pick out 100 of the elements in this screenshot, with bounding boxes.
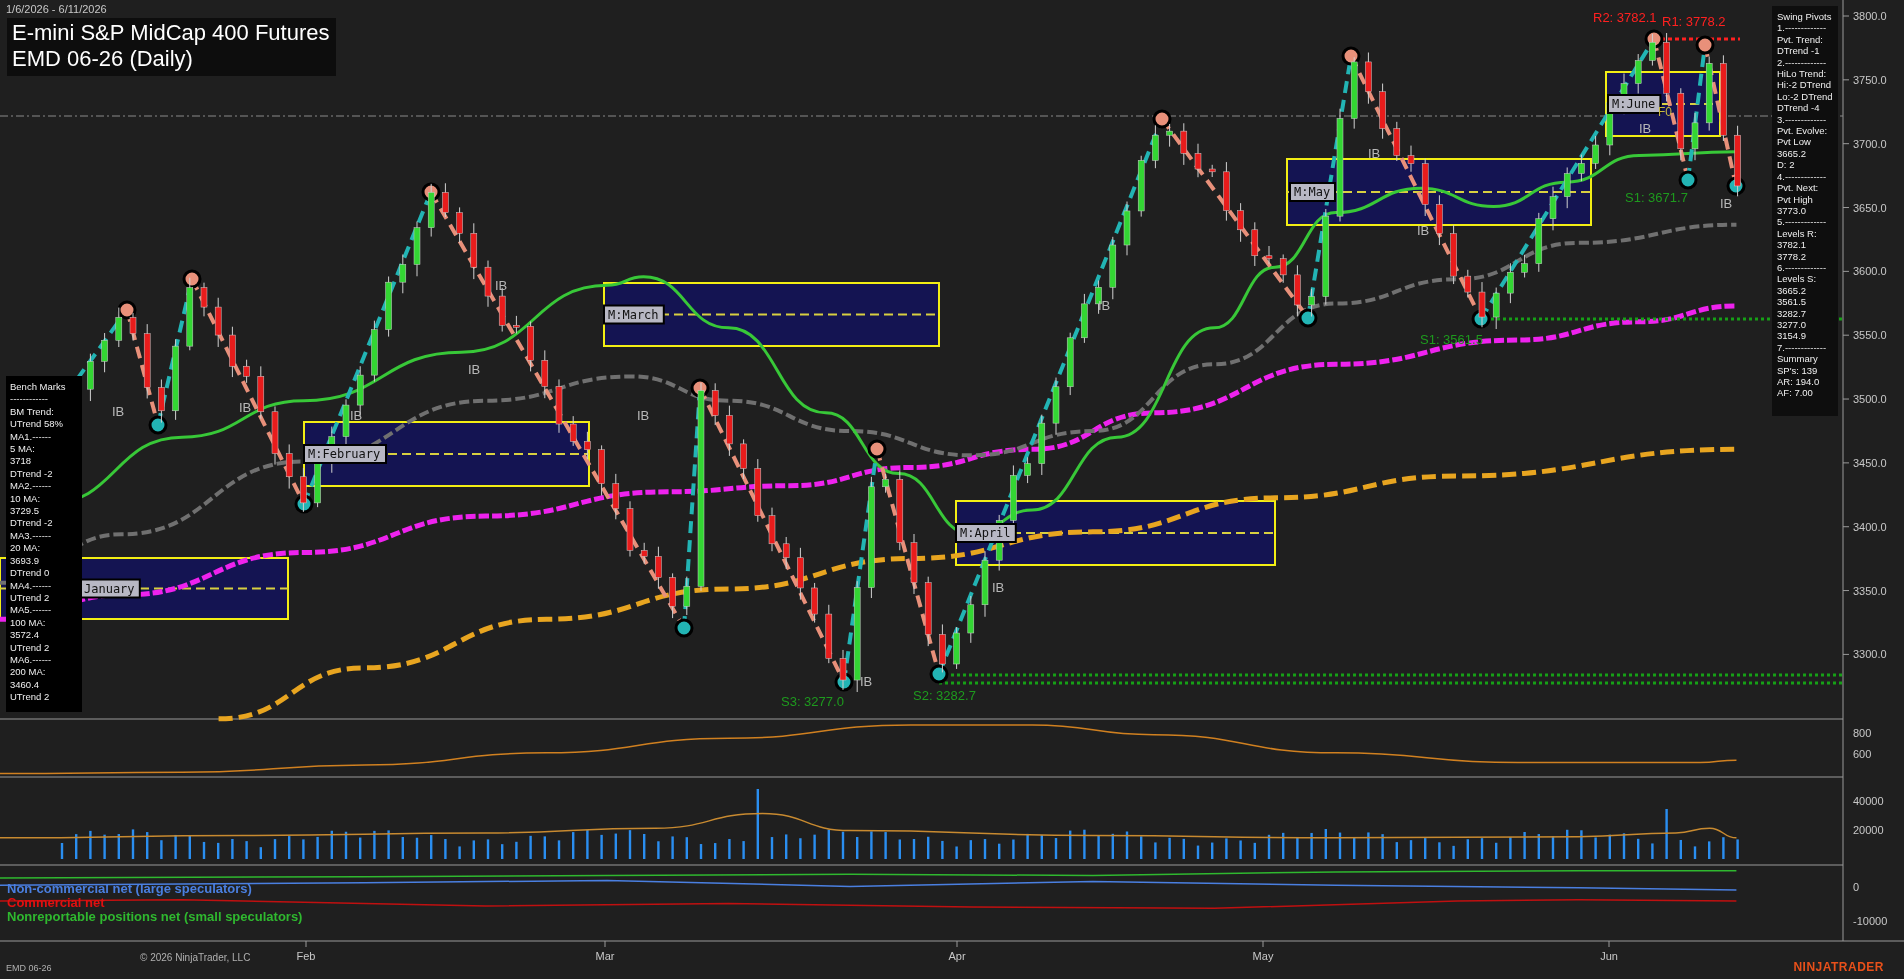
panel-line: Levels R: [1777,227,1818,240]
candlestick [513,315,520,334]
panel-line: 3778.2 [1777,250,1808,262]
candlestick [1208,164,1216,178]
ib-label: IB [992,580,1005,595]
candlestick [1279,253,1287,284]
candlestick [782,536,790,570]
panel-line: 3277.0 [1777,318,1808,331]
candlestick [484,260,492,308]
ib-label: IB [1720,196,1733,211]
panel-line: 3561.5 [1777,296,1808,308]
panel-line: Pvt. Next: [1777,182,1820,194]
candlestick [87,353,94,402]
pivot-marker-icon [1152,109,1172,129]
candlestick [1152,124,1159,169]
candlestick [797,547,804,601]
candlestick [1478,281,1486,328]
axis-label: 3450.0 [1853,456,1887,469]
panel-line: MA4.------ [10,579,53,592]
axis-label: 0 [1853,881,1860,893]
legend-entry: Nonreportable positions net (small speculators) [7,910,303,924]
pivot-marker-icon [1341,46,1361,66]
panel-line: 4.------------- [1777,170,1828,183]
ib-label: IB [637,408,650,423]
candlestick [229,326,236,378]
axis-label: 3500.0 [1853,393,1887,406]
panel-line: 3729.5 [10,505,41,518]
panel-line: 200 MA: [10,666,47,679]
candlestick [1194,143,1202,178]
ib-label: IB [468,362,481,377]
panel-line: AF: 7.00 [1777,387,1814,399]
panel-line: Swing Pivots [1777,11,1833,23]
ib-label: IB [495,278,508,293]
panel-line: 3154.9 [1777,330,1808,342]
candlestick [981,550,989,618]
candlestick [1066,332,1074,396]
candlestick [726,405,733,457]
candlestick [214,297,222,348]
pivot-marker-icon [1678,170,1698,190]
brand-logo: NINJATRADER [1793,960,1884,974]
candlestick [1436,194,1443,246]
ib-label: IB [112,404,125,419]
axis-label: 3400.0 [1853,520,1887,533]
candlestick [740,438,747,480]
candlestick [1180,122,1188,166]
candlestick [385,276,392,338]
axis-label: 3650.0 [1853,201,1887,214]
pivot-marker-icon [674,618,694,638]
panel-line: Bench Marks [10,381,67,394]
legend-entry: Non-commercial net (large speculators) [7,882,253,896]
panel-line: Hi:-2 DTrend [1777,79,1833,91]
candlestick [910,533,918,595]
panel-line: AR: 194.0 [1777,376,1821,388]
candlestick [1109,236,1117,300]
candlestick [271,405,279,466]
date-range: 1/6/2026 - 6/11/2026 [6,3,107,15]
level-label: S3: 3277.0 [781,694,844,709]
candlestick [924,576,932,647]
level-label: S1: 3671.7 [1625,190,1688,205]
candlestick [456,206,463,244]
level-label: R2: 3782.1 [1593,10,1657,25]
candlestick [711,382,719,426]
month-label: January [79,578,141,599]
instrument-label: EMD 06-26 [6,963,52,973]
pivot-marker-icon [117,300,137,320]
candlestick [115,307,123,348]
candlestick [882,473,889,494]
chart-subtitle: EMD 06-26 (Daily) [12,46,194,72]
axis-label: 3700.0 [1853,137,1887,150]
candlestick [1223,161,1230,222]
level-label: R1: 3778.2 [1662,14,1726,29]
axis-label: 3800.0 [1853,10,1887,22]
panel-line: Levels S: [1777,273,1818,285]
panel-line: DTrend -1 [1777,45,1821,57]
axis-label: 3750.0 [1853,73,1887,86]
panel-line: 6.------------- [1777,261,1828,274]
candlestick [1421,158,1429,217]
candlestick [640,542,648,565]
axis-label: 800 [1853,727,1872,739]
candlestick [1024,456,1031,484]
pivot-marker-icon [867,439,887,459]
candlestick [1407,145,1415,173]
candlestick [101,332,108,373]
panel-line: 7.------------- [1777,341,1828,354]
panel-line: UTrend 2 [10,691,51,704]
month-axis-label: Jun [1600,950,1618,962]
candlestick [1734,125,1741,197]
candlestick [1521,254,1528,278]
panel-line: DTrend 0 [10,567,51,580]
candlestick [612,473,620,520]
candlestick [967,595,975,644]
pivot-marker-icon [929,664,949,684]
ib-label: IB [350,408,363,423]
ib-label: IB [1098,298,1111,313]
panel-line: 20 MA: [10,542,42,555]
candlestick [413,221,421,277]
candlestick [1549,186,1557,231]
panel-line: Pvt High [1777,193,1814,205]
panel-line: 10 MA: [10,492,42,506]
candlestick [129,312,137,341]
